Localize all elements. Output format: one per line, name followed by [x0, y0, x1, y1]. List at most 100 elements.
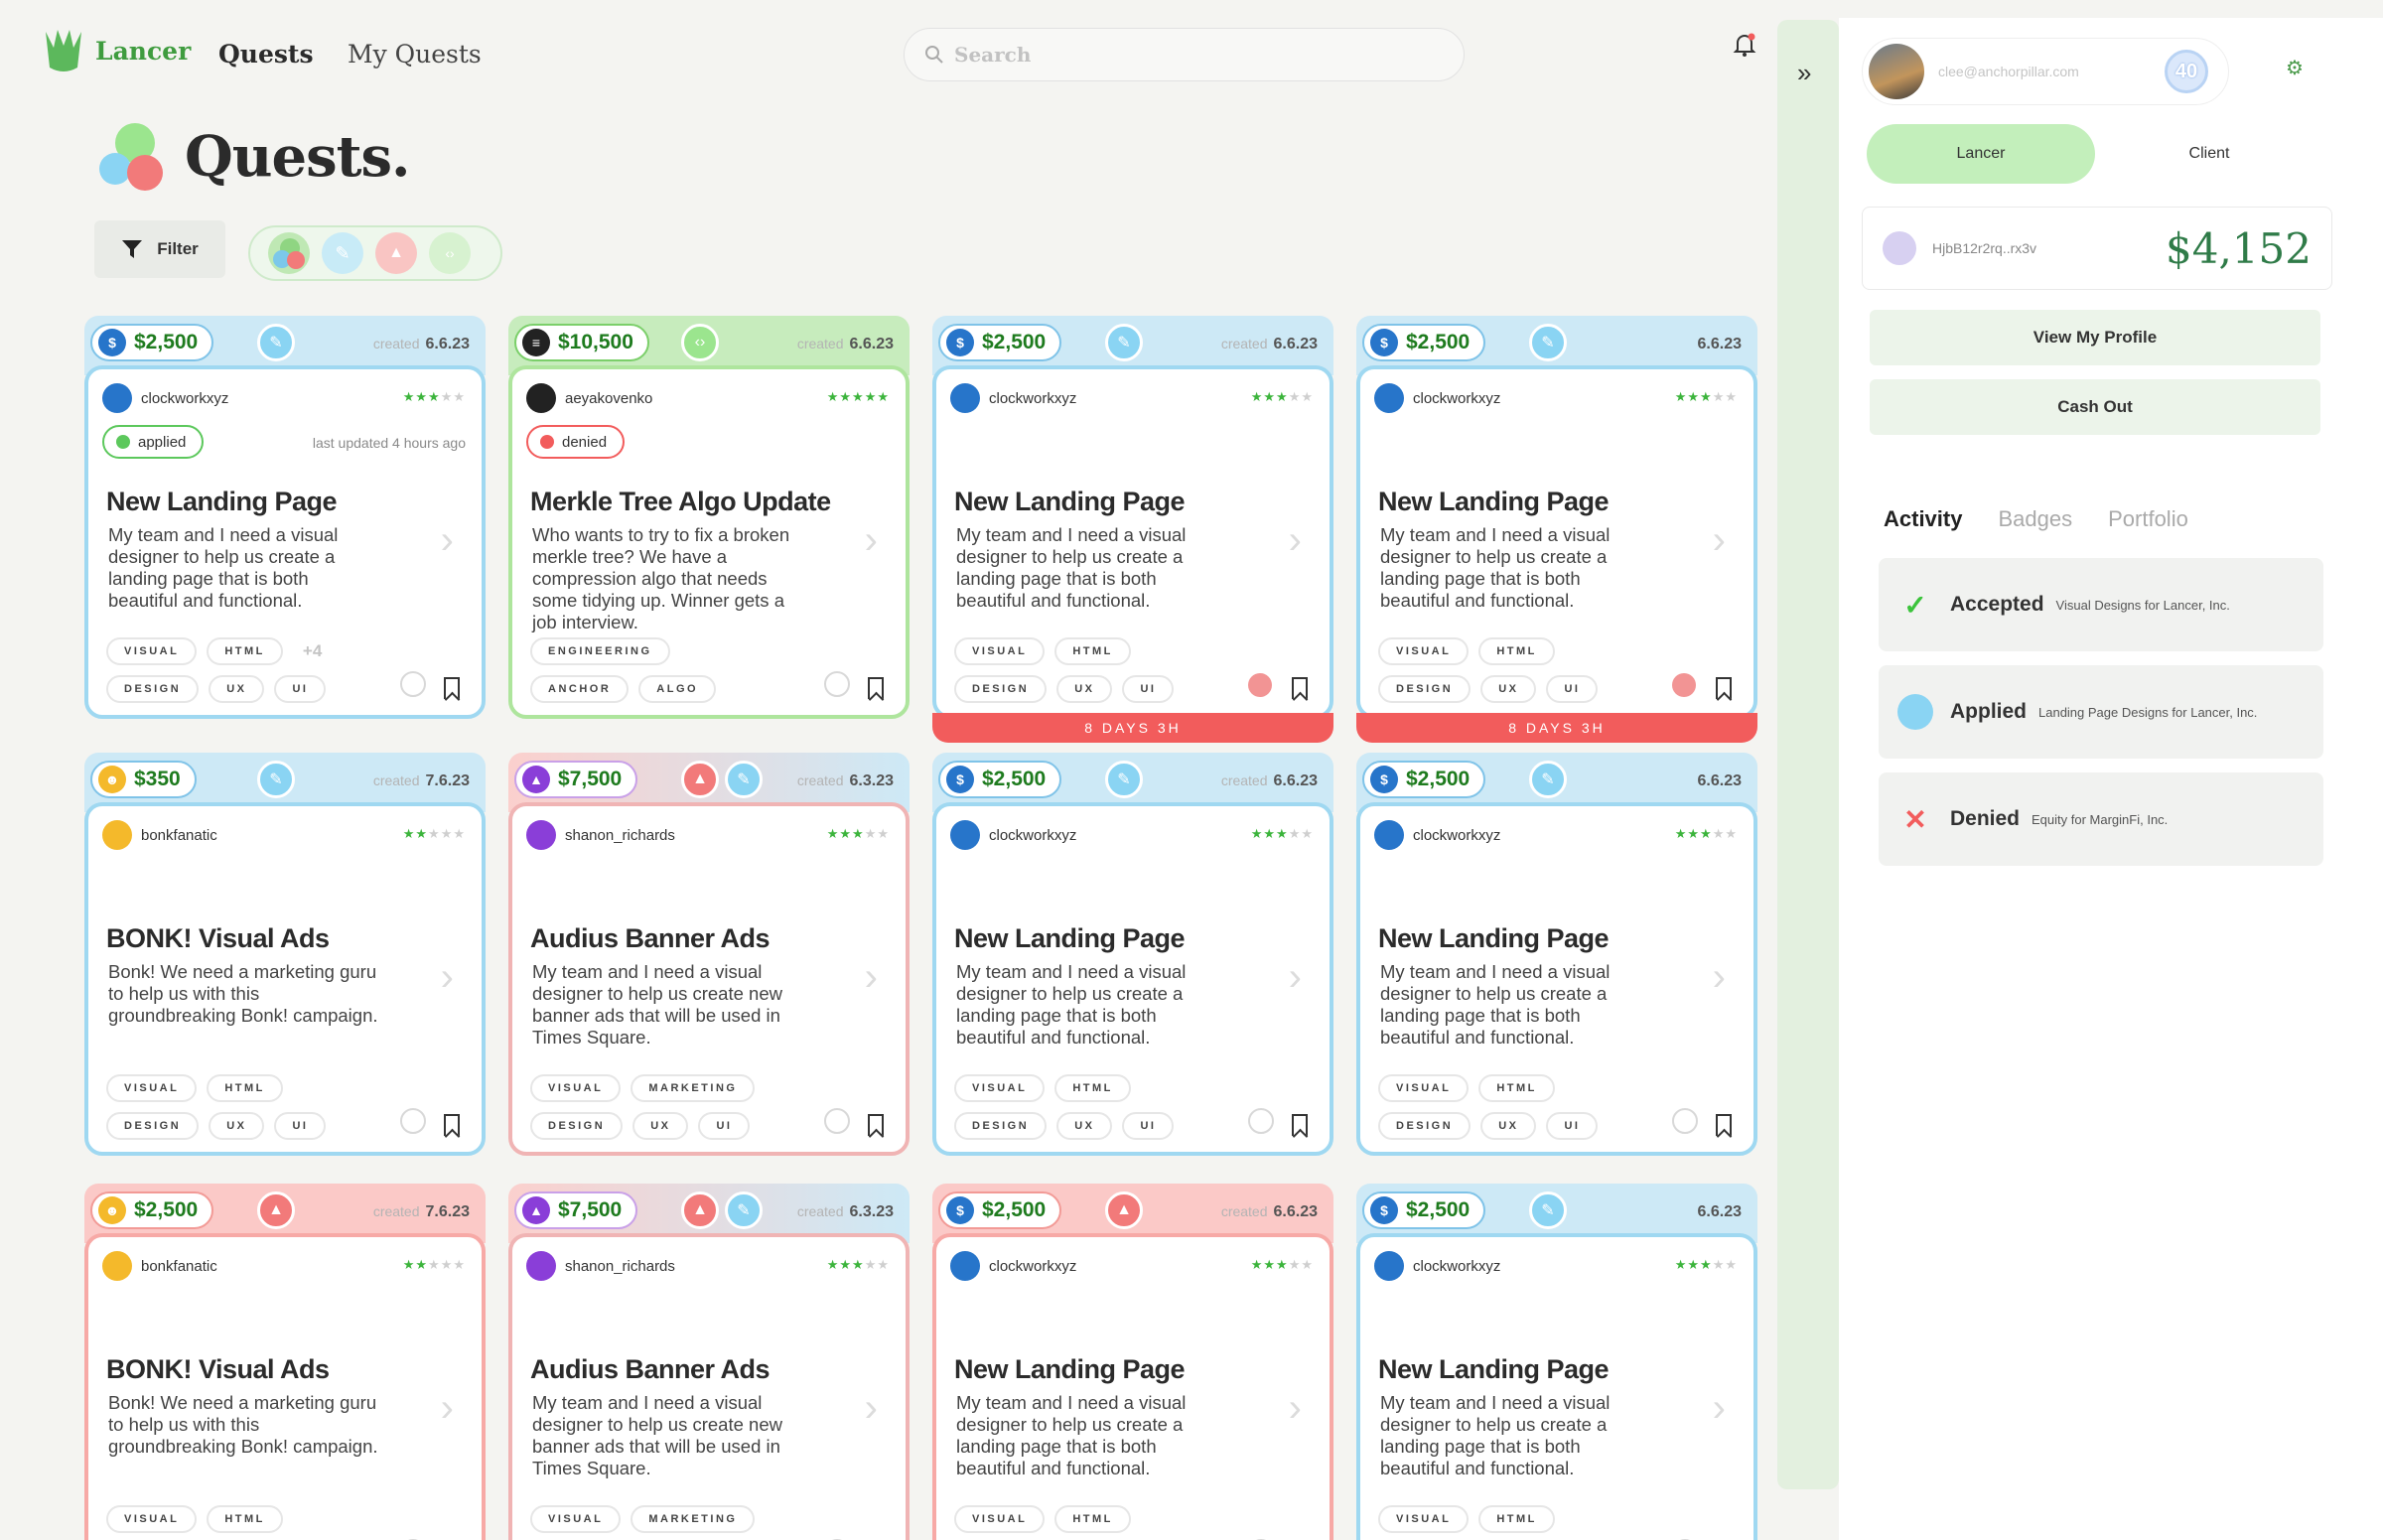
search-input[interactable] — [954, 43, 1431, 67]
lancer-logo[interactable]: Lancer — [44, 28, 191, 73]
quest-card[interactable]: $ $2,500 ✎ created 6.6.23 clockworkxyz ★★… — [84, 316, 486, 721]
skill-tag[interactable]: VISUAL — [106, 637, 198, 665]
quest-card[interactable]: ☻ $350 ✎ created 7.6.23 bonkfanatic ★★★★★… — [84, 753, 486, 1158]
wallet-card[interactable]: HjbB12r2rq..rx3v $4,152 — [1862, 207, 2332, 290]
engineering-category-chip[interactable]: ‹› — [429, 232, 471, 274]
skill-tag[interactable]: UI — [1546, 1112, 1599, 1140]
skill-tag[interactable]: VISUAL — [1378, 637, 1470, 665]
quest-card[interactable]: ≡ $10,500 ‹› created 6.6.23 aeyakovenko ★… — [508, 316, 910, 721]
quest-card[interactable]: $ $2,500 ✎ 6.6.23 clockworkxyz ★★★★★ New… — [1356, 316, 1757, 743]
skill-tag[interactable]: UX — [1480, 675, 1537, 703]
bookmark-icon[interactable] — [444, 677, 460, 699]
all-categories-chip[interactable] — [268, 232, 310, 274]
marketing-category-chip[interactable]: ▲ — [375, 232, 417, 274]
tab-badges[interactable]: Badges — [1998, 506, 2072, 532]
skill-tag[interactable]: VISUAL — [106, 1505, 198, 1533]
quest-card[interactable]: $ $2,500 ✎ created 6.6.23 clockworkxyz ★★… — [932, 316, 1333, 743]
design-category-chip[interactable]: ✎ — [322, 232, 363, 274]
skill-tag[interactable]: UX — [1056, 1112, 1113, 1140]
chevron-right-icon[interactable]: › — [1289, 955, 1302, 1000]
skill-tag[interactable]: HTML — [207, 1505, 283, 1533]
skill-tag[interactable]: UI — [274, 1112, 327, 1140]
skill-tag[interactable]: HTML — [1478, 637, 1555, 665]
quest-card[interactable]: ☻ $2,500 ▲ created 7.6.23 bonkfanatic ★★★… — [84, 1184, 486, 1540]
skill-tag[interactable]: VISUAL — [1378, 1074, 1470, 1102]
nav-quests[interactable]: Quests — [218, 40, 314, 69]
quest-owner[interactable]: clockworkxyz — [1374, 1251, 1500, 1281]
skill-tag[interactable]: VISUAL — [530, 1505, 622, 1533]
quest-owner[interactable]: clockworkxyz — [950, 383, 1076, 413]
skill-tag[interactable]: UX — [209, 675, 265, 703]
skill-tag[interactable]: MARKETING — [631, 1074, 756, 1102]
chevron-right-icon[interactable]: › — [1289, 518, 1302, 563]
activity-item[interactable]: ✕ Denied Equity for MarginFi, Inc. — [1879, 772, 2323, 866]
skill-tag[interactable]: DESIGN — [1378, 675, 1472, 703]
view-profile-button[interactable]: View My Profile — [1870, 310, 2320, 365]
toggle-client[interactable]: Client — [2095, 124, 2323, 184]
quest-card[interactable]: $ $2,500 ▲ created 6.6.23 clockworkxyz ★★… — [932, 1184, 1333, 1540]
quest-owner[interactable]: bonkfanatic — [102, 1251, 217, 1281]
quest-owner[interactable]: clockworkxyz — [102, 383, 228, 413]
skill-tag[interactable]: UX — [1480, 1112, 1537, 1140]
quest-card[interactable]: $ $2,500 ✎ created 6.6.23 clockworkxyz ★★… — [932, 753, 1333, 1158]
activity-item[interactable]: ✓ Accepted Visual Designs for Lancer, In… — [1879, 558, 2323, 651]
skill-tag[interactable]: HTML — [1054, 1074, 1131, 1102]
skill-tag[interactable]: VISUAL — [954, 1505, 1046, 1533]
skill-tag[interactable]: UI — [698, 1112, 751, 1140]
quest-owner[interactable]: clockworkxyz — [950, 820, 1076, 850]
skill-tag[interactable]: DESIGN — [1378, 1112, 1472, 1140]
skill-tag[interactable]: ANCHOR — [530, 675, 630, 703]
bookmark-icon[interactable] — [1292, 677, 1308, 699]
bookmark-icon[interactable] — [1716, 1114, 1732, 1136]
filter-button[interactable]: Filter — [94, 220, 225, 278]
quest-owner[interactable]: bonkfanatic — [102, 820, 217, 850]
skill-tag[interactable]: HTML — [1478, 1505, 1555, 1533]
skill-tag[interactable]: DESIGN — [106, 675, 200, 703]
skill-tag[interactable]: VISUAL — [106, 1074, 198, 1102]
skill-tag[interactable]: UX — [632, 1112, 689, 1140]
chevron-right-icon[interactable]: › — [441, 518, 454, 563]
chevron-right-icon[interactable]: › — [865, 518, 878, 563]
bookmark-icon[interactable] — [1292, 1114, 1308, 1136]
collapse-panel-icon[interactable]: » — [1797, 58, 1811, 88]
skill-tag[interactable]: ENGINEERING — [530, 637, 670, 665]
skill-tag[interactable]: VISUAL — [1378, 1505, 1470, 1533]
skill-tag[interactable]: HTML — [1054, 637, 1131, 665]
gear-icon[interactable]: ⚙ — [2286, 56, 2304, 80]
bookmark-icon[interactable] — [868, 1114, 884, 1136]
chevron-right-icon[interactable]: › — [1713, 518, 1726, 563]
skill-tag[interactable]: UI — [274, 675, 327, 703]
tab-activity[interactable]: Activity — [1884, 506, 1962, 532]
chevron-right-icon[interactable]: › — [1713, 955, 1726, 1000]
chevron-right-icon[interactable]: › — [865, 1386, 878, 1431]
skill-tag[interactable]: DESIGN — [954, 1112, 1048, 1140]
quest-card[interactable]: ▲ $7,500 ▲ ✎ created 6.3.23 shanon_richard… — [508, 1184, 910, 1540]
skill-tag[interactable]: HTML — [1478, 1074, 1555, 1102]
account-pill[interactable]: clee@anchorpillar.com 40 — [1862, 38, 2229, 105]
bookmark-icon[interactable] — [868, 677, 884, 699]
bookmark-icon[interactable] — [1716, 677, 1732, 699]
search-bar[interactable] — [904, 28, 1465, 81]
quest-owner[interactable]: aeyakovenko — [526, 383, 652, 413]
chevron-right-icon[interactable]: › — [865, 955, 878, 1000]
chevron-right-icon[interactable]: › — [441, 955, 454, 1000]
skill-tag[interactable]: HTML — [207, 1074, 283, 1102]
skill-tag[interactable]: DESIGN — [106, 1112, 200, 1140]
skill-tag[interactable]: UI — [1546, 675, 1599, 703]
cash-out-button[interactable]: Cash Out — [1870, 379, 2320, 435]
skill-tag[interactable]: MARKETING — [631, 1505, 756, 1533]
quest-owner[interactable]: clockworkxyz — [1374, 383, 1500, 413]
skill-tag[interactable]: UX — [209, 1112, 265, 1140]
notifications-bell-icon[interactable] — [1733, 32, 1756, 63]
quest-card[interactable]: $ $2,500 ✎ 6.6.23 clockworkxyz ★★★★★ New… — [1356, 753, 1757, 1158]
quest-card[interactable]: $ $2,500 ✎ 6.6.23 clockworkxyz ★★★★★ New… — [1356, 1184, 1757, 1540]
bookmark-icon[interactable] — [444, 1114, 460, 1136]
chevron-right-icon[interactable]: › — [1289, 1386, 1302, 1431]
skill-tag[interactable]: UI — [1122, 675, 1175, 703]
quest-owner[interactable]: clockworkxyz — [1374, 820, 1500, 850]
skill-tag[interactable]: VISUAL — [530, 1074, 622, 1102]
skill-tag[interactable]: VISUAL — [954, 637, 1046, 665]
skill-tag[interactable]: HTML — [1054, 1505, 1131, 1533]
quest-card[interactable]: ▲ $7,500 ▲ ✎ created 6.3.23 shanon_richard… — [508, 753, 910, 1158]
skill-tag[interactable]: ALGO — [638, 675, 717, 703]
